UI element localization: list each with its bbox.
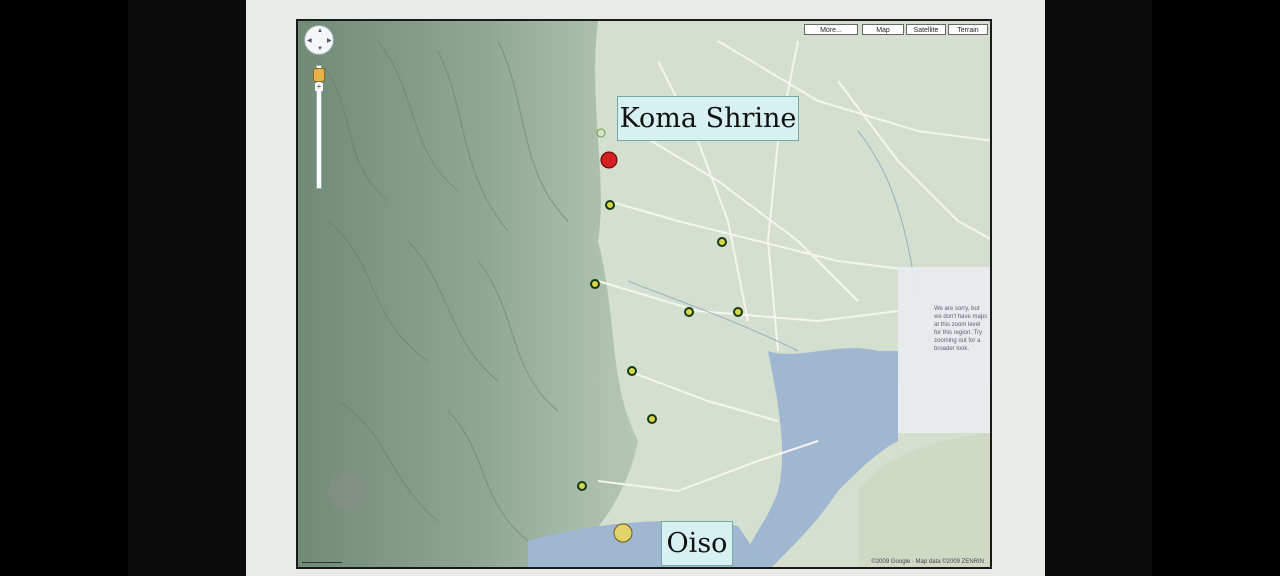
waypoint-marker[interactable] [647,414,657,424]
waypoint-marker[interactable] [684,307,694,317]
waypoint-marker[interactable] [577,481,587,491]
oiso-label: Oiso [661,521,733,566]
koma-shrine-marker[interactable] [600,151,618,169]
oiso-marker[interactable] [613,523,633,543]
map-attribution: ©2009 Google · Map data ©2009 ZENRIN [871,559,984,565]
waypoint-marker[interactable] [605,200,615,210]
waypoint-marker[interactable] [627,366,637,376]
small-ring-marker[interactable] [596,128,606,138]
waypoint-marker[interactable] [717,237,727,247]
waypoint-marker[interactable] [590,279,600,289]
waypoint-marker[interactable] [733,307,743,317]
monitor-bezel-left [128,0,246,576]
monitor-bezel-right [1045,0,1152,576]
scale-bar [302,562,342,563]
koma-shrine-label: Koma Shrine [617,96,799,141]
